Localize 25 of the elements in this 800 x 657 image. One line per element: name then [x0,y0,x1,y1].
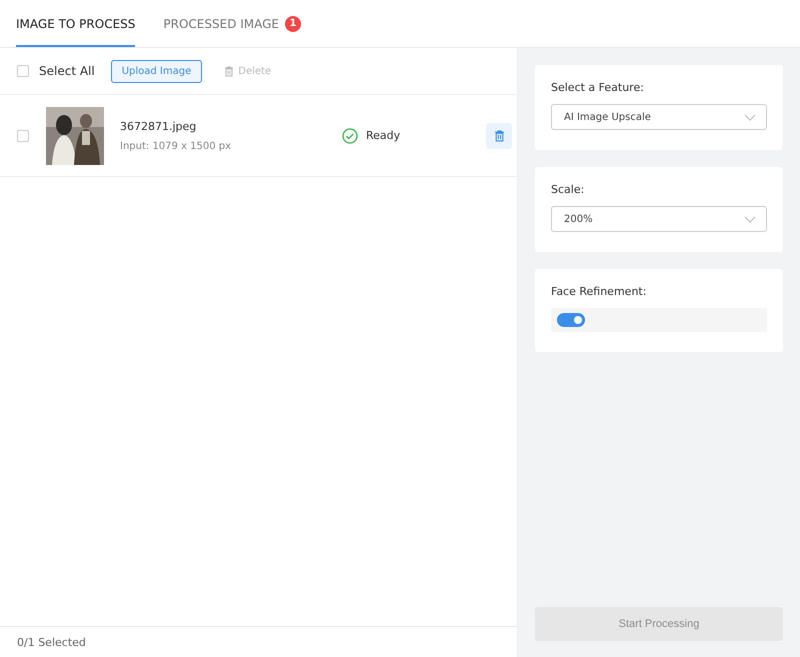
check-circle-icon [342,128,358,144]
checkbox[interactable] [17,130,29,142]
file-dimensions: Input: 1079 x 1500 px [120,140,232,152]
count-badge: 1 [285,16,302,32]
status-text: Ready [366,129,400,142]
toggle-switch[interactable] [557,313,585,327]
tab[interactable]: PROCESSED IMAGE 1 [163,0,302,47]
selection-count: 0/1 Selected [17,636,86,648]
file-name: 3672871.jpeg [120,120,198,132]
checkbox[interactable] [17,65,29,77]
tab-label: PROCESSED IMAGE [163,16,280,30]
trash-icon [494,130,505,142]
chevron-down-icon [744,114,756,120]
dropdown[interactable]: 200% [551,206,767,232]
upload-button[interactable]: Upload Image [110,60,202,82]
select-all-label: Select All [39,64,95,78]
dropdown[interactable]: AI Image Upscale [551,104,767,130]
chevron-down-icon [744,216,756,222]
setting-label: Scale: [551,183,586,196]
trash-icon [224,66,234,76]
tab[interactable]: IMAGE TO PROCESS [16,0,136,47]
setting-label: Face Refinement: [551,285,648,298]
tab-label: IMAGE TO PROCESS [16,16,136,30]
setting-label: Select a Feature: [551,81,645,94]
delete-button[interactable] [486,122,512,148]
